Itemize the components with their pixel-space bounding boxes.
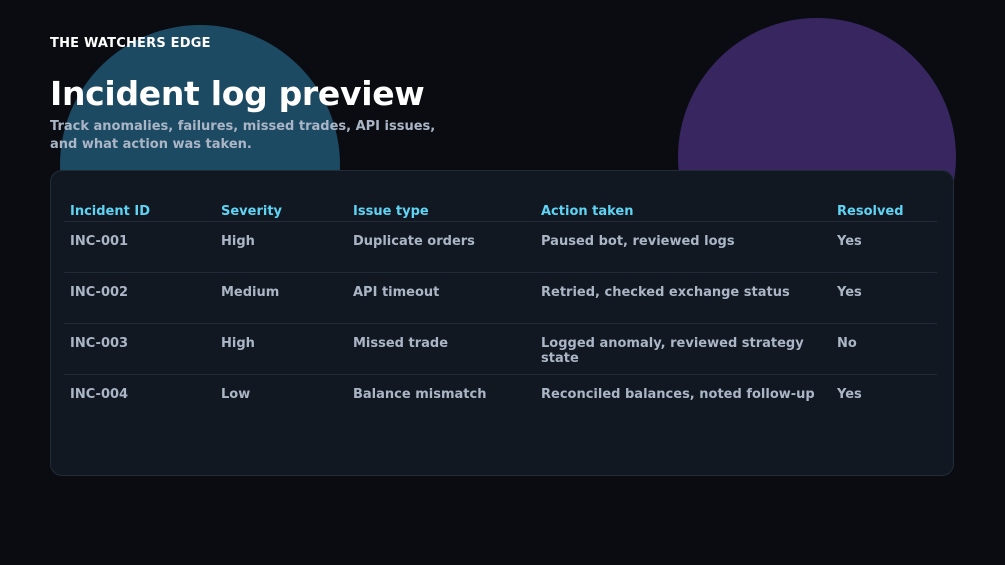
page-subtitle: Track anomalies, failures, missed trades… bbox=[50, 119, 436, 152]
column-header-action-taken[interactable]: Action taken bbox=[535, 201, 831, 222]
incident-id-cell: INC-003 bbox=[64, 323, 215, 375]
resolved-cell: No bbox=[831, 323, 937, 375]
issue-type-cell: API timeout bbox=[347, 272, 535, 324]
incident-id-cell: INC-002 bbox=[64, 272, 215, 324]
column-header-resolved[interactable]: Resolved bbox=[831, 201, 937, 222]
table-row[interactable]: INC-002 Medium API timeout Retried, chec… bbox=[64, 272, 937, 324]
incident-table: Incident ID Severity Issue type Action t… bbox=[64, 201, 937, 426]
resolved-cell: Yes bbox=[831, 272, 937, 324]
column-header-issue-type[interactable]: Issue type bbox=[347, 201, 535, 222]
issue-type-cell: Balance mismatch bbox=[353, 387, 487, 402]
severity-cell: Medium bbox=[215, 272, 347, 324]
table-row[interactable]: INC-003 High Missed trade Logged anomaly… bbox=[64, 323, 937, 375]
column-header-severity[interactable]: Severity bbox=[215, 201, 347, 222]
resolved-cell: Yes bbox=[831, 221, 937, 273]
brand-name: THE WATCHERS EDGE bbox=[50, 36, 211, 51]
incident-log-card: Incident ID Severity Issue type Action t… bbox=[50, 170, 954, 476]
action-taken-cell: Paused bot, reviewed logs bbox=[535, 221, 831, 273]
severity-cell: High bbox=[215, 323, 347, 375]
action-taken-cell: Reconciled balances, noted follow-up bbox=[541, 387, 815, 402]
incident-id-cell: INC-004 bbox=[70, 387, 129, 402]
table-row[interactable]: INC-001 High Duplicate orders Paused bot… bbox=[64, 221, 937, 273]
table-header-row: Incident ID Severity Issue type Action t… bbox=[64, 201, 937, 222]
issue-type-cell: Duplicate orders bbox=[347, 221, 535, 273]
action-taken-cell: Logged anomaly, reviewed strategy state bbox=[535, 323, 831, 375]
severity-cell: High bbox=[215, 221, 347, 273]
table-row[interactable]: INC-004 Low Balance mismatch Reconciled … bbox=[64, 375, 937, 426]
incident-id-cell: INC-001 bbox=[64, 221, 215, 273]
page-title: Incident log preview bbox=[50, 74, 425, 113]
column-header-incident-id[interactable]: Incident ID bbox=[64, 201, 215, 222]
severity-cell: Low bbox=[221, 387, 251, 402]
issue-type-cell: Missed trade bbox=[347, 323, 535, 375]
page: THE WATCHERS EDGE Incident log preview T… bbox=[0, 0, 1005, 565]
action-taken-cell: Retried, checked exchange status bbox=[535, 272, 831, 324]
resolved-cell: Yes bbox=[837, 387, 862, 402]
